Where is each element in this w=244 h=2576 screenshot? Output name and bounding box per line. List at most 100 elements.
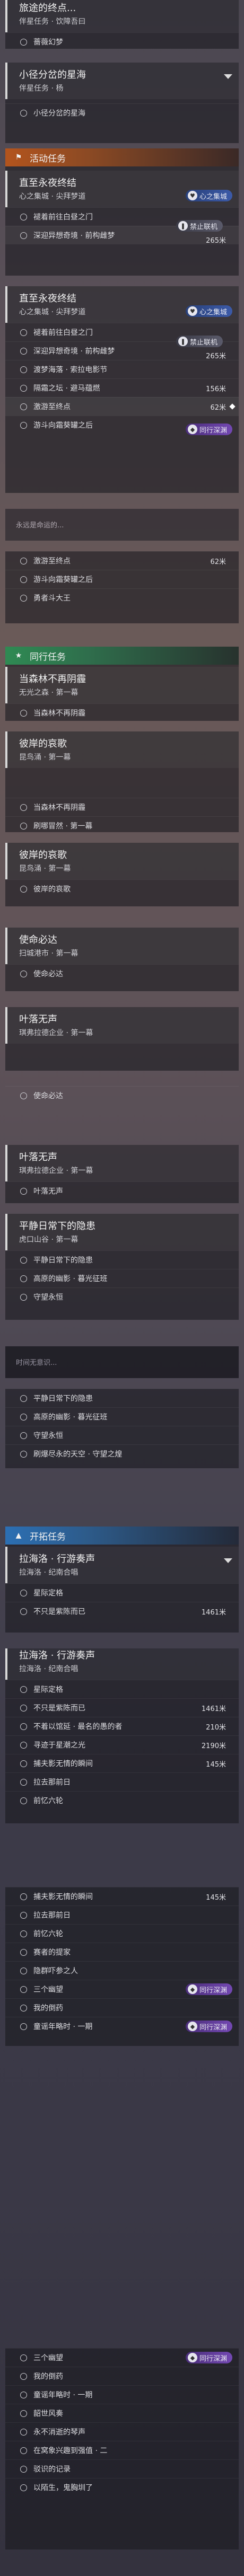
quest-header[interactable]: 彼岸的哀歌 昆鸟涌 · 第一幕 xyxy=(5,731,239,768)
quest-step[interactable]: 捕夫影无情的瞬间 145米 xyxy=(5,1754,239,1772)
quest-step[interactable]: 游斗向霜葵罐之后 xyxy=(5,570,239,588)
step-circle-icon xyxy=(20,403,27,410)
quest-step[interactable]: 当森林不再阴霾 xyxy=(5,703,239,722)
step-label: 褪着前往白昼之门 xyxy=(33,329,93,337)
companion-quest-5: 叶落无声 琪弗拉德企业 · 第一幕 使命必达 xyxy=(5,1007,239,1100)
quest-step[interactable]: 使命必达 xyxy=(5,1086,239,1105)
quest-step[interactable]: 游斗向霜葵罐之后 ◆ 同行深渊 xyxy=(5,416,239,435)
step-circle-icon xyxy=(20,421,27,429)
quest-step[interactable]: 使命必达 xyxy=(5,964,239,983)
step-label: 捕夫影无情的瞬间 xyxy=(33,1760,93,1768)
quest-step[interactable]: 激游至终点 62米 xyxy=(5,551,239,570)
quest-step[interactable]: 前忆六轮 xyxy=(5,1791,239,1810)
quest-header[interactable]: 叶落无声 琪弗拉德企业 · 第一幕 xyxy=(5,1007,239,1044)
chevron-down-icon xyxy=(224,74,232,79)
quest-step[interactable]: 深迎异想奇境 · 前构雌梦 ❚ 禁止联机 265米 xyxy=(5,220,239,245)
quest-step[interactable]: 激游至终点 62米 xyxy=(5,397,239,416)
step-label: 我的倒药 xyxy=(33,2372,63,2381)
quest-header[interactable]: 彼岸的哀歌 昆鸟涌 · 第一幕 xyxy=(5,843,239,879)
step-label: 不只是紫陈而已 xyxy=(33,1608,85,1616)
quest-step[interactable]: 童谣年略时 · 一期 xyxy=(5,2385,239,2404)
quest-step[interactable]: 叶落无声 xyxy=(5,1181,239,1200)
quest-step[interactable]: 以陌生，鬼胸圳了 xyxy=(5,2478,239,2496)
step-circle-icon xyxy=(20,2023,27,2030)
quest-step[interactable]: 守望永恒 xyxy=(5,1287,239,1306)
quest-header[interactable]: 旅途的终点... 伴星任务 · 饮障吾曰 xyxy=(5,0,239,32)
companion-quest-2: 彼岸的哀歌 昆鸟涌 · 第一幕 当森林不再阴霾 刷哪冒然 · 第一幕 xyxy=(5,731,239,832)
quest-header[interactable]: 拉海洛 · 行游奏声 拉海洛 · 纪南合唱 xyxy=(5,1547,239,1583)
step-circle-icon xyxy=(20,1723,27,1730)
event-section-2: 直至永夜终结 心之集城 · 尖拜梦道 ♥ 心之集城 褪着前往白昼之门 深迎异想奇… xyxy=(5,286,239,493)
quest-step[interactable]: 在窝象兴趣到强值 · 二 xyxy=(5,2441,239,2459)
quest-step[interactable]: 我的倒药 xyxy=(5,2367,239,2385)
quest-step[interactable]: 拉去那前日 xyxy=(5,1905,239,1924)
quest-subtitle: 伴星任务 · 饮障吾曰 xyxy=(19,17,86,26)
quest-step[interactable]: 渡梦海落 · 索拉电影节 xyxy=(5,360,239,378)
companion-quest-4: 使命必达 扫城港市 · 第一幕 使命必达 xyxy=(5,928,239,991)
quest-header[interactable]: 使命必达 扫城港市 · 第一幕 xyxy=(5,928,239,964)
quest-step[interactable]: 拉去那前日 xyxy=(5,1772,239,1791)
instance-icon: ◆ xyxy=(187,2353,197,2362)
quest-header[interactable]: 叶落无声 琪弗拉德企业 · 第一幕 xyxy=(5,1145,239,1181)
step-circle-icon xyxy=(20,1589,27,1596)
quest-header[interactable]: 拉海洛 · 行游奏声 拉海洛 · 纪南合唱 xyxy=(5,1648,239,1680)
step-circle-icon xyxy=(20,109,27,117)
quest-step[interactable]: 隔霜之坛 · 避马蕴燃 156米 xyxy=(5,378,239,397)
section-header-event[interactable]: ⚑ 活动任务 xyxy=(5,148,239,166)
quest-step[interactable]: 前忆六轮 xyxy=(5,1924,239,1943)
step-circle-icon xyxy=(20,2410,27,2417)
quest-step[interactable]: 平静日常下的隐患 xyxy=(5,1250,239,1269)
quest-step[interactable]: 星际定格 xyxy=(5,1680,239,1698)
quest-step[interactable]: 不只是紫陈而已 1461米 xyxy=(5,1602,239,1620)
quest-step[interactable]: 驳识的记录 xyxy=(5,2459,239,2478)
quest-step[interactable]: 捕夫影无情的瞬间 145米 xyxy=(5,1887,239,1905)
step-circle-icon xyxy=(20,557,27,564)
quest-step[interactable]: 三个幽望 ◆ 同行深渊 xyxy=(5,1980,239,1998)
quest-header[interactable]: 直至永夜终结 心之集城 · 尖拜梦道 ♥ 心之集城 xyxy=(5,171,239,207)
quest-step[interactable]: 高原的幽影 · 暮光征班 xyxy=(5,1407,239,1426)
quest-header[interactable]: 当森林不再阴霾 无光之森 · 第一幕 xyxy=(5,667,239,703)
quest-step[interactable]: 三个幽望 ◆ 同行深渊 xyxy=(5,2348,239,2367)
quest-step[interactable]: 永不消逝的琴声 xyxy=(5,2422,239,2441)
event-tag-icon: ⚑ xyxy=(15,153,22,162)
quest-step[interactable]: 小径分岔的星海 xyxy=(5,103,239,122)
quest-step[interactable]: 刷爆尽永的天空 · 守望之煌 xyxy=(5,1444,239,1463)
quest-step[interactable]: 不只是紫陈而已 1461米 xyxy=(5,1698,239,1717)
instance-badge: ◆ 同行深渊 xyxy=(185,424,232,435)
quest-step[interactable]: 童谣年略时 · 一期 ◆ 同行深渊 xyxy=(5,2017,239,2035)
quest-title: 当森林不再阴霾 xyxy=(19,674,86,685)
step-label: 拉去那前日 xyxy=(33,1911,71,1920)
quest-header[interactable]: 小径分岔的星海 伴星任务 · 杨 xyxy=(5,63,239,99)
quest-subtitle: 无光之森 · 第一幕 xyxy=(19,689,79,697)
companion-section: ★ 同行任务 当森林不再阴霾 无光之森 · 第一幕 当森林不再阴霾 xyxy=(5,647,239,721)
section-title: 同行任务 xyxy=(30,651,66,663)
bg-ticker: 永远是命运的... xyxy=(5,509,239,541)
quest-step[interactable]: 韶世风奏 xyxy=(5,2404,239,2422)
quest-step[interactable]: 深迎异想奇境 · 前构雌梦 ❚ 禁止联机 265米 xyxy=(5,336,239,360)
quest-panel-top: 旅途的终点... 伴星任务 · 饮障吾曰 蔷薇幻梦 xyxy=(5,0,239,49)
quest-step[interactable]: 守望永恒 xyxy=(5,1426,239,1444)
heart-icon: ♥ xyxy=(187,191,197,200)
quest-step[interactable]: 刷哪冒然 · 第一幕 xyxy=(5,816,239,835)
step-circle-icon xyxy=(20,594,27,602)
quest-step[interactable]: 勇者斗大王 xyxy=(5,588,239,607)
quest-step[interactable]: 不着以馆延 · 最名的愚的者 210米 xyxy=(5,1717,239,1735)
quest-step[interactable]: 高原的幽影 · 暮光征班 xyxy=(5,1269,239,1287)
quest-step[interactable]: 寻迹于星潮之光 2190米 xyxy=(5,1735,239,1754)
quest-header[interactable]: 平静日常下的隐患 虎口山谷 · 第一幕 xyxy=(5,1214,239,1250)
quest-step[interactable]: 彼岸的哀歌 xyxy=(5,879,239,898)
quest-step[interactable]: 当森林不再阴霾 xyxy=(5,798,239,816)
quest-step[interactable]: 蔷薇幻梦 xyxy=(5,32,239,51)
step-circle-icon xyxy=(20,1092,27,1099)
trailblaze-tail: 捕夫影无情的瞬间 145米 拉去那前日 前忆六轮 赛者的提家 隐群吓参之人 三个幽… xyxy=(5,1887,239,2046)
section-header-companion[interactable]: ★ 同行任务 xyxy=(5,647,239,665)
step-label: 驳识的记录 xyxy=(33,2465,71,2474)
quest-header[interactable]: 直至永夜终结 心之集城 · 尖拜梦道 ♥ 心之集城 xyxy=(5,286,239,323)
quest-step[interactable]: 赛者的提家 xyxy=(5,1943,239,1961)
quest-step[interactable]: 我的倒药 xyxy=(5,1998,239,2017)
quest-subtitle: 昆鸟涌 · 第一幕 xyxy=(19,753,71,762)
quest-step[interactable]: 隐群吓参之人 xyxy=(5,1961,239,1980)
section-header-trailblaze[interactable]: ▲ 开拓任务 xyxy=(5,1527,239,1545)
quest-step[interactable]: 平静日常下的隐患 xyxy=(5,1389,239,1407)
quest-step[interactable]: 星际定格 xyxy=(5,1583,239,1602)
